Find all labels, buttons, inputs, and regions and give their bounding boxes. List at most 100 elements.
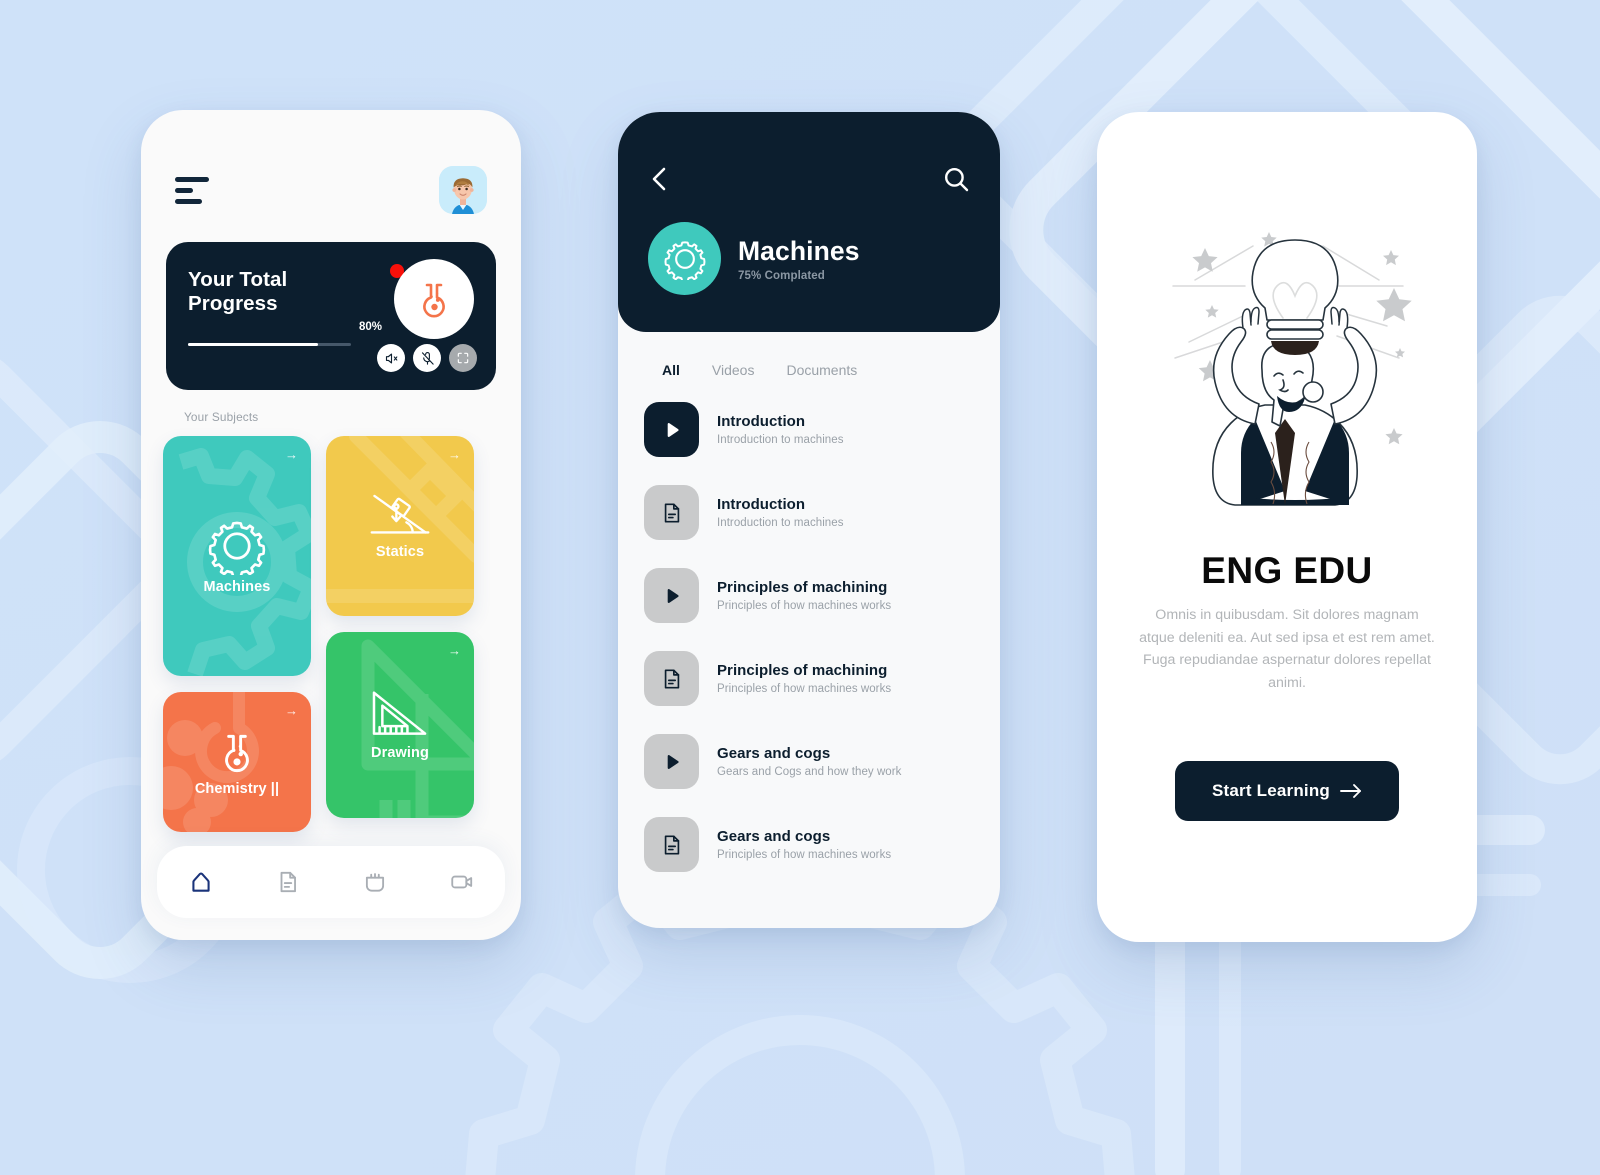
lesson-title: Gears and cogs (717, 745, 831, 762)
back-button[interactable] (648, 165, 670, 193)
lesson-type-badge (644, 734, 699, 789)
lesson-text-block: Introduction Introduction to machines (717, 496, 844, 529)
person-with-lightbulb-illustration (1137, 210, 1437, 510)
progress-card-title: Your Total Progress (188, 268, 288, 316)
total-progress-card: Your Total Progress 80% (166, 242, 496, 390)
course-summary: Machines 75% Complated (648, 222, 970, 295)
subject-card-label: Machines (203, 579, 271, 595)
subject-card-machines[interactable]: → Machines (163, 436, 311, 676)
page-title: ENG EDU (1201, 550, 1373, 591)
course-text-block: Machines 75% Complated (738, 236, 860, 282)
course-title: Machines (738, 235, 860, 266)
search-button[interactable] (942, 165, 970, 193)
hamburger-icon[interactable] (175, 176, 209, 204)
subject-card-chemistry[interactable]: → Chemistry || (163, 692, 311, 832)
progress-track (188, 343, 351, 346)
course-header-topbar (648, 162, 970, 196)
subject-card-label: Drawing (371, 745, 429, 761)
user-avatar[interactable] (439, 166, 487, 214)
start-learning-button[interactable]: Start Learning (1175, 760, 1399, 821)
document-icon (664, 502, 679, 523)
subject-card-body: Machines (163, 436, 311, 676)
subject-card-statics[interactable]: → Statics (326, 436, 474, 616)
hamburger-bar-3 (175, 198, 202, 204)
lesson-item[interactable]: Principles of machining Principles of how… (644, 643, 974, 714)
lesson-type-badge (644, 651, 699, 706)
media-controls (377, 344, 477, 372)
lesson-item[interactable]: Principles of machining Principles of how… (644, 560, 974, 631)
gear-icon (208, 521, 266, 575)
tab-videos[interactable]: Videos (712, 362, 755, 378)
fullscreen-button[interactable] (449, 344, 477, 372)
lesson-item[interactable]: Introduction Introduction to machines (644, 394, 974, 465)
lesson-item[interactable]: Introduction Introduction to machines (644, 477, 974, 548)
lesson-type-badge (644, 817, 699, 872)
arrow-right-icon (1340, 783, 1361, 798)
flask-icon (225, 734, 249, 773)
calendar-icon (365, 873, 384, 892)
flask-badge (394, 259, 474, 339)
lesson-type-badge (644, 485, 699, 540)
fullscreen-icon (457, 352, 469, 364)
lesson-type-badge (644, 568, 699, 623)
subject-card-drawing[interactable]: → Drawing (326, 632, 474, 818)
lesson-item[interactable]: Gears and cogs Gears and Cogs and how the… (644, 726, 974, 797)
lesson-item[interactable]: Gears and cogs Principles of how machines… (644, 809, 974, 880)
page-description: Omnis in quibusdam. Sit dolores magnam a… (1139, 607, 1435, 692)
nav-home[interactable] (177, 858, 225, 906)
subject-card-body: Statics (326, 436, 474, 616)
lesson-title: Gears and cogs (717, 828, 831, 845)
lesson-text-block: Introduction Introduction to machines (717, 413, 844, 446)
lesson-description: Introduction to machines (717, 517, 844, 529)
course-progress-label: 75% Complated (738, 269, 825, 282)
subject-grid: → Machines → Statics → Chemistry || → Dr… (163, 436, 499, 832)
home-topbar (141, 110, 521, 214)
set-square-icon (372, 691, 427, 735)
play-icon (667, 754, 679, 769)
subject-card-arrow: → (285, 703, 298, 718)
lesson-title: Principles of machining (717, 662, 888, 679)
onboarding-content: ENG EDU Omnis in quibusdam. Sit dolores … (1097, 112, 1477, 942)
home-icon (191, 872, 210, 892)
nav-video[interactable] (438, 858, 486, 906)
course-detail-screen: Machines 75% Complated All Videos Docume… (618, 112, 1000, 928)
lesson-description: Introduction to machines (717, 434, 844, 446)
chevron-left-icon (652, 167, 666, 191)
search-icon (944, 167, 969, 192)
home-screen: Your Total Progress 80% Your Subjects → … (141, 110, 521, 940)
lesson-description: Principles of how machines works (717, 683, 892, 695)
lesson-title: Principles of machining (717, 579, 888, 596)
nav-documents[interactable] (264, 858, 312, 906)
play-icon (667, 422, 679, 437)
progress-bar: 80% (188, 321, 382, 346)
bottom-navigation (157, 846, 505, 918)
nav-schedule[interactable] (351, 858, 399, 906)
subject-card-arrow: → (448, 447, 461, 462)
tab-all[interactable]: All (662, 362, 680, 378)
video-icon (450, 875, 472, 889)
subject-card-arrow: → (285, 447, 298, 462)
mic-mute-button[interactable] (413, 344, 441, 372)
progress-percent-label: 80% (358, 321, 382, 333)
lesson-list: Introduction Introduction to machines Int… (618, 378, 1000, 880)
subject-card-label: Statics (375, 544, 425, 560)
lesson-description: Principles of how machines works (717, 849, 892, 861)
lesson-type-badge (644, 402, 699, 457)
subject-card-label: Chemistry || (194, 781, 280, 797)
lesson-text-block: Principles of machining Principles of how… (717, 662, 891, 695)
speaker-mute-icon (385, 353, 397, 363)
tab-documents[interactable]: Documents (786, 362, 857, 378)
lesson-description: Principles of how machines works (717, 600, 892, 612)
lesson-title: Introduction (717, 413, 806, 430)
document-icon (664, 668, 679, 689)
document-icon (280, 871, 296, 893)
lesson-text-block: Gears and cogs Gears and Cogs and how the… (717, 745, 901, 778)
speaker-mute-button[interactable] (377, 344, 405, 372)
start-learning-label: Start Learning (1211, 780, 1331, 800)
hamburger-bar-1 (175, 176, 209, 182)
onboarding-screen: ENG EDU Omnis in quibusdam. Sit dolores … (1097, 112, 1477, 942)
lesson-text-block: Gears and cogs Principles of how machines… (717, 828, 891, 861)
progress-fill (188, 343, 319, 346)
gear-icon (663, 240, 705, 280)
subjects-section-label: Your Subjects (184, 410, 259, 424)
